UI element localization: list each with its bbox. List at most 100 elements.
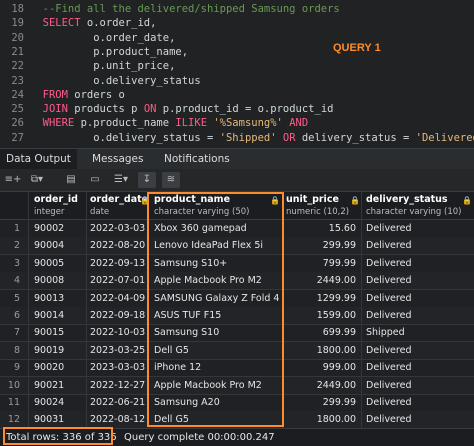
line-number: 18 — [11, 3, 24, 15]
unit-price-cell[interactable]: 799.99 — [286, 255, 356, 272]
download-icon[interactable]: ↧ — [138, 172, 156, 188]
code-text: p.unit_price, — [30, 60, 176, 73]
line-number: 25 — [11, 103, 24, 116]
paste-icon[interactable]: ▤ — [62, 172, 80, 188]
row-number: 3 — [13, 257, 20, 269]
code-text: o.delivery_status = 'Shipped' OR deliver… — [30, 131, 474, 144]
graph-icon[interactable]: ≋ — [162, 172, 180, 188]
row-number: 8 — [13, 344, 20, 356]
order-date-cell[interactable]: 2022-06-21 — [90, 394, 145, 411]
delivery-status-cell[interactable]: Delivered — [366, 359, 411, 376]
order-id-cell[interactable]: 90020 — [34, 359, 64, 376]
order-id-cell[interactable]: 90024 — [34, 394, 64, 411]
tab-notifications[interactable]: Notifications — [158, 149, 236, 169]
code-text: JOIN products p ON p.product_id = o.prod… — [30, 103, 334, 116]
row-number: 5 — [13, 292, 20, 304]
order-id-cell[interactable]: 90031 — [34, 411, 64, 428]
order-date-cell[interactable]: 2022-07-01 — [90, 272, 145, 289]
result-toolbar: ≡+ ⧉▾ ▤ ▭ ☰▾ ↧ ≋ — [0, 169, 474, 192]
row-number: 12 — [7, 414, 20, 426]
line-number: 19 — [11, 17, 24, 30]
add-row-icon[interactable]: ≡+ — [4, 172, 22, 188]
line-number: 20 — [11, 31, 24, 44]
line-number: 23 — [11, 74, 24, 87]
row-number: 6 — [13, 310, 20, 321]
order-date-cell[interactable]: 2023-03-25 — [90, 342, 145, 359]
code-text: WHERE p.product_name ILIKE '%Samsung%' A… — [30, 117, 309, 130]
row-number: 9 — [13, 362, 20, 374]
order-id-cell[interactable]: 90002 — [34, 220, 64, 237]
order-date-cell[interactable]: 2022-09-18 — [90, 307, 145, 324]
tab-messages[interactable]: Messages — [86, 149, 150, 169]
unit-price-cell[interactable]: 699.99 — [286, 324, 356, 341]
delivery-status-cell[interactable]: Delivered — [366, 220, 411, 237]
column-header-order-id[interactable]: order_id integer — [34, 194, 78, 218]
line-number: 22 — [11, 60, 24, 73]
order-id-cell[interactable]: 90015 — [34, 324, 64, 341]
delivery-status-cell[interactable]: Delivered — [366, 377, 411, 394]
delivery-status-cell[interactable]: Delivered — [366, 394, 411, 411]
order-date-cell[interactable]: 2022-04-09 — [90, 290, 145, 307]
tab-data-output[interactable]: Data Output — [0, 149, 77, 171]
line-number: 26 — [11, 117, 24, 130]
row-number: 10 — [7, 379, 20, 391]
sql-editor[interactable]: 18 --Find all the delivered/shipped Sams… — [0, 0, 474, 146]
order-id-cell[interactable]: 90014 — [34, 307, 64, 324]
query-annotation: QUERY 1 — [333, 42, 381, 54]
delete-icon[interactable]: ▭ — [86, 172, 104, 188]
delivery-status-cell[interactable]: Delivered — [366, 237, 411, 254]
unit-price-cell[interactable]: 999.00 — [286, 359, 356, 376]
unit-price-cell[interactable]: 1599.00 — [286, 307, 356, 324]
order-id-cell[interactable]: 90021 — [34, 377, 64, 394]
order-id-cell[interactable]: 90005 — [34, 255, 64, 272]
delivery-status-cell[interactable]: Delivered — [366, 342, 411, 359]
result-tabs: Data Output Messages Notifications — [0, 148, 474, 171]
unit-price-cell[interactable]: 1800.00 — [286, 411, 356, 428]
order-date-cell[interactable]: 2023-03-03 — [90, 359, 145, 376]
delivery-status-cell[interactable]: Delivered — [366, 255, 411, 272]
code-text: SELECT o.order_id, — [30, 17, 157, 30]
order-id-cell[interactable]: 90008 — [34, 272, 64, 289]
unit-price-cell[interactable]: 299.99 — [286, 237, 356, 254]
order-date-cell[interactable]: 2022-03-03 — [90, 220, 145, 237]
row-number: 11 — [7, 397, 20, 408]
code-text: --Find all the delivered/shipped Samsung… — [30, 3, 340, 15]
lock-icon: 🔒 — [350, 196, 360, 205]
line-number: 24 — [11, 88, 24, 101]
delivery-status-cell[interactable]: Delivered — [366, 307, 411, 324]
unit-price-cell[interactable]: 1800.00 — [286, 342, 356, 359]
copy-icon[interactable]: ⧉▾ — [28, 172, 46, 188]
row-number: 4 — [13, 275, 20, 287]
order-date-cell[interactable]: 2022-08-20 — [90, 237, 145, 254]
unit-price-cell[interactable]: 299.99 — [286, 394, 356, 411]
delivery-status-cell[interactable]: Delivered — [366, 411, 411, 428]
column-header-unit-price[interactable]: unit_price numeric (10,2) — [286, 194, 349, 218]
row-number: 7 — [13, 327, 20, 339]
code-text: p.product_name, — [30, 45, 189, 58]
delivery-status-cell[interactable]: Delivered — [366, 272, 411, 289]
unit-price-cell[interactable]: 15.60 — [286, 220, 356, 237]
order-date-cell[interactable]: 2022-10-03 — [90, 324, 145, 341]
delivery-status-cell[interactable]: Shipped — [366, 324, 405, 341]
unit-price-cell[interactable]: 2449.00 — [286, 272, 356, 289]
save-data-icon[interactable]: ☰▾ — [112, 172, 130, 188]
order-date-cell[interactable]: 2022-09-13 — [90, 255, 145, 272]
unit-price-cell[interactable]: 1299.99 — [286, 290, 356, 307]
order-id-cell[interactable]: 90013 — [34, 290, 64, 307]
delivery-status-cell[interactable]: Delivered — [366, 290, 411, 307]
order-date-cell[interactable]: 2022-12-27 — [90, 377, 145, 394]
lock-icon: 🔒 — [462, 196, 472, 205]
product-name-highlight — [147, 192, 284, 427]
code-text: o.order_date, — [30, 31, 176, 44]
row-number: 2 — [13, 240, 20, 252]
line-number: 27 — [11, 131, 24, 144]
row-number: 1 — [13, 223, 20, 234]
code-text: FROM orders o — [30, 88, 125, 101]
column-header-delivery-status[interactable]: delivery_status character varying (10) — [366, 194, 461, 218]
order-date-cell[interactable]: 2022-08-12 — [90, 411, 145, 428]
order-id-cell[interactable]: 90019 — [34, 342, 64, 359]
query-complete-label: Query complete 00:00:00.247 — [124, 432, 275, 443]
code-text: o.delivery_status — [30, 74, 201, 87]
unit-price-cell[interactable]: 2449.00 — [286, 377, 356, 394]
order-id-cell[interactable]: 90004 — [34, 237, 64, 254]
